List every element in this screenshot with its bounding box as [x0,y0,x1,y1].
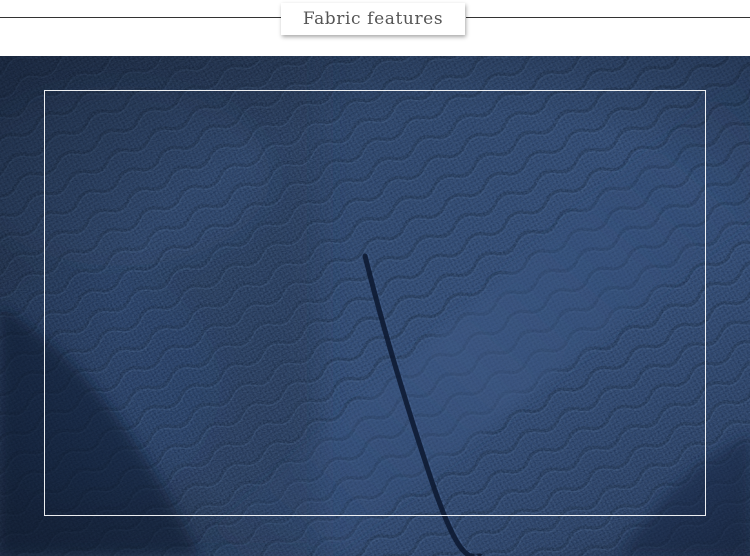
header-bar: Fabric features [0,0,750,56]
inset-frame [44,90,706,516]
header-rule-right [466,17,750,18]
section-title: Fabric features [302,9,444,29]
header-rule-left [0,17,282,18]
title-tab: Fabric features [281,3,465,35]
